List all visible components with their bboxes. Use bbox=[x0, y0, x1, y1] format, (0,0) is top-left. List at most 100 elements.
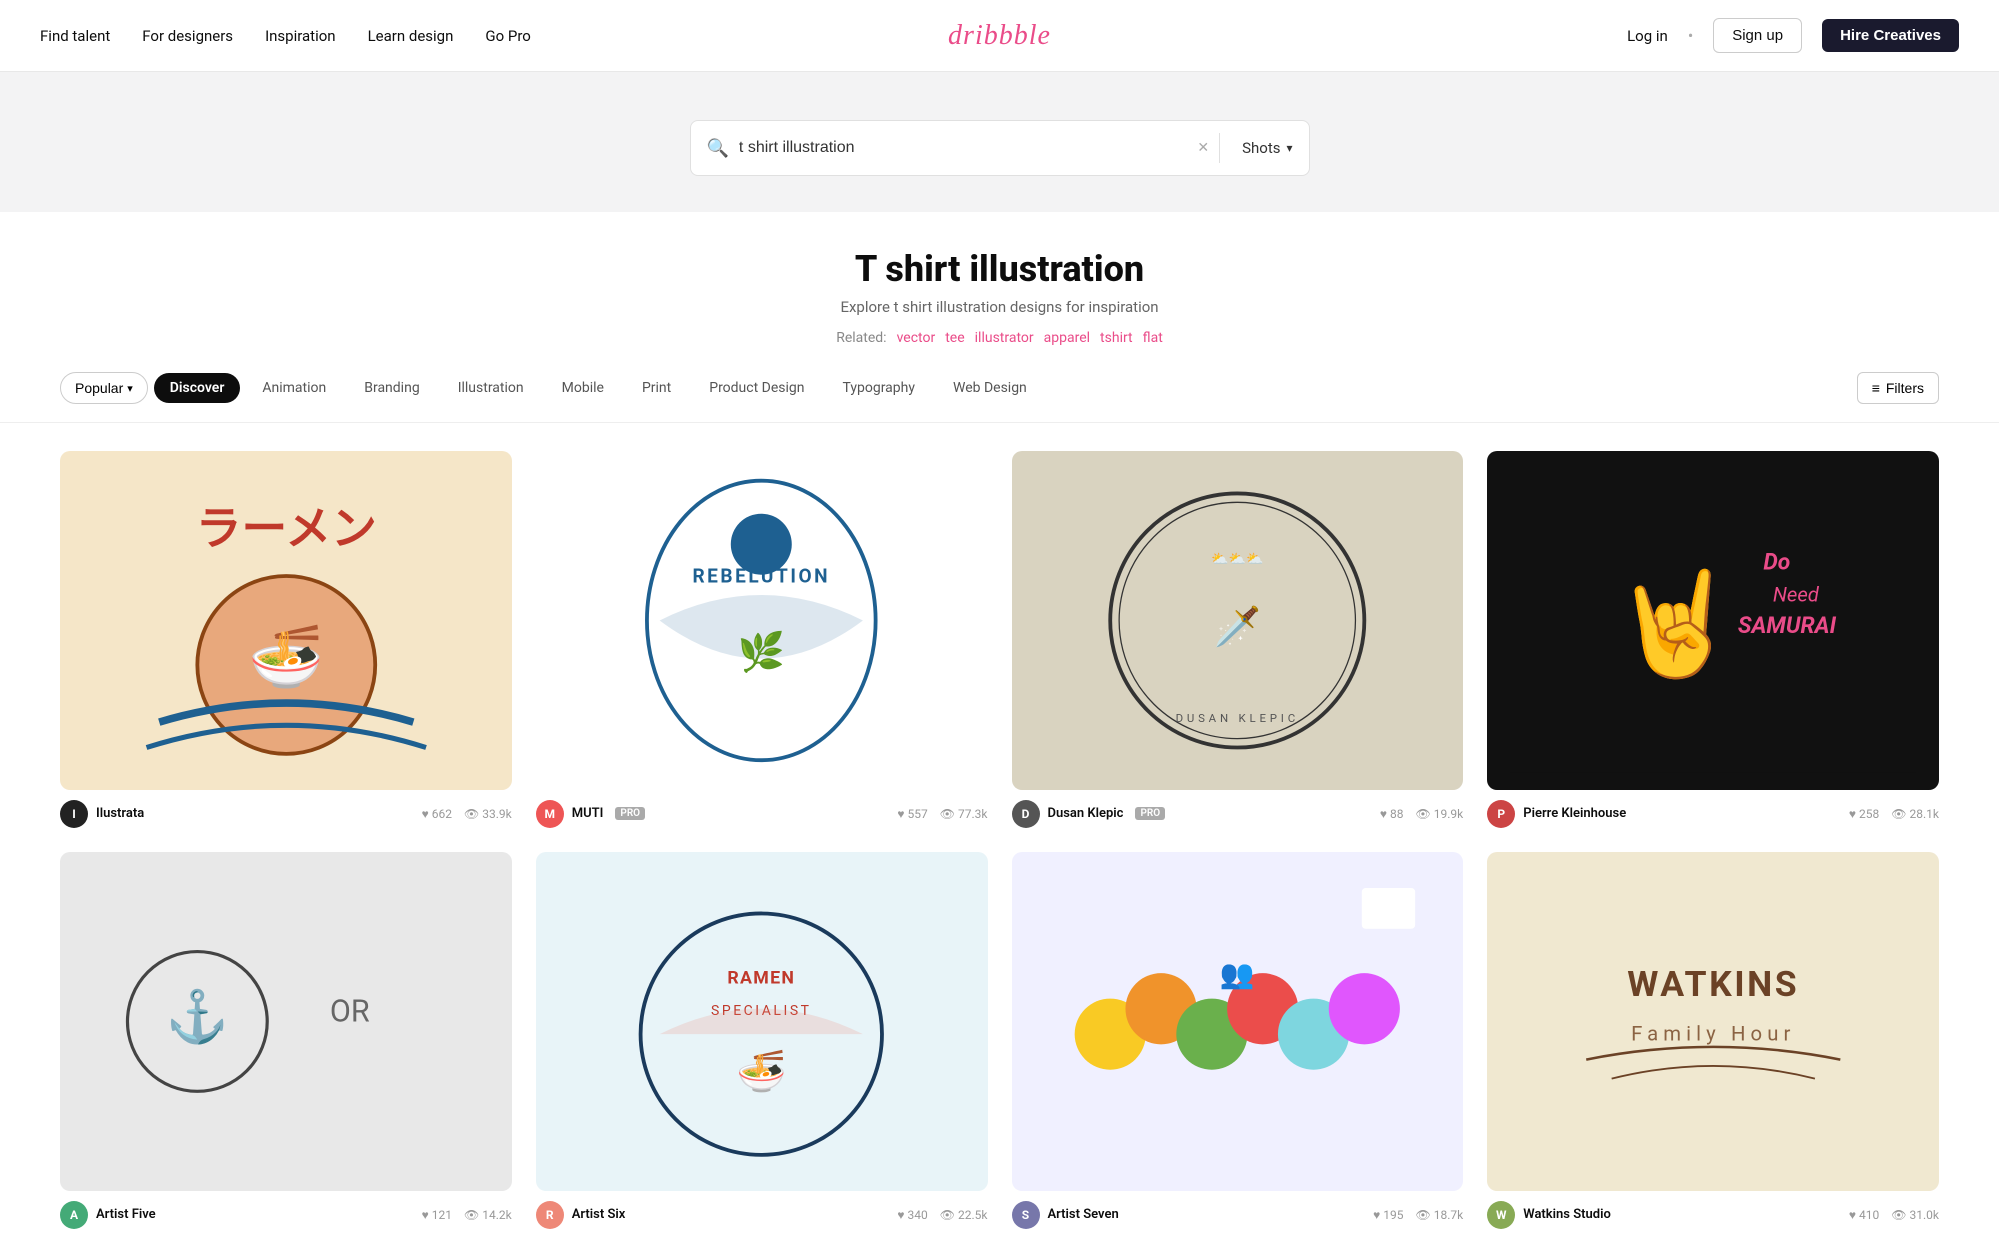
shot-card-5[interactable]: ⚓ OR A Artist Five ♥ 121 👁 14.2k bbox=[60, 852, 512, 1229]
shot-image-1: ラーメン 🍜 bbox=[60, 451, 512, 790]
shot-card-2[interactable]: REBELUTION 🌿 M MUTI PRO ♥ 557 bbox=[536, 451, 988, 828]
nav-dot-divider: • bbox=[1688, 26, 1693, 45]
avatar-7: S bbox=[1012, 1201, 1040, 1229]
tag-tshirt[interactable]: tshirt bbox=[1100, 330, 1133, 346]
views-2: 👁 77.3k bbox=[940, 807, 988, 821]
shot-card-6[interactable]: RAMEN SPECIALIST 🍜 R Artist Six ♥ 340 bbox=[536, 852, 988, 1229]
tag-vector[interactable]: vector bbox=[897, 330, 936, 346]
shot-card-7[interactable]: 👥 S Artist Seven ♥ 195 👁 1 bbox=[1012, 852, 1464, 1229]
chevron-down-icon: ▾ bbox=[1286, 141, 1292, 155]
chevron-down-icon: ▾ bbox=[127, 382, 133, 395]
related-label: Related: bbox=[836, 330, 886, 346]
results-subtitle: Explore t shirt illustration designs for… bbox=[0, 298, 1999, 316]
avatar-3: D bbox=[1012, 800, 1040, 828]
login-link[interactable]: Log in bbox=[1627, 27, 1668, 45]
shot-image-6: RAMEN SPECIALIST 🍜 bbox=[536, 852, 988, 1191]
tag-apparel[interactable]: apparel bbox=[1044, 330, 1090, 346]
search-input[interactable] bbox=[739, 139, 1187, 157]
shot-stats-4: ♥ 258 👁 28.1k bbox=[1849, 807, 1939, 821]
avatar-1: I bbox=[60, 800, 88, 828]
shot-image-3: 🗡️ ⛅⛅⛅ DUSAN KLEPIC bbox=[1012, 451, 1464, 790]
popular-dropdown[interactable]: Popular ▾ bbox=[60, 372, 148, 404]
tab-print[interactable]: Print bbox=[626, 373, 687, 403]
tab-typography[interactable]: Typography bbox=[827, 373, 931, 403]
clear-icon[interactable]: ✕ bbox=[1197, 140, 1209, 156]
author-name-5[interactable]: Artist Five bbox=[96, 1207, 156, 1222]
svg-text:Do: Do bbox=[1763, 549, 1790, 576]
views-6: 👁 22.5k bbox=[940, 1208, 988, 1222]
svg-text:RAMEN: RAMEN bbox=[728, 968, 796, 988]
hire-creatives-button[interactable]: Hire Creatives bbox=[1822, 19, 1959, 52]
nav-logo[interactable]: dribbble bbox=[948, 20, 1051, 52]
nav-for-designers[interactable]: For designers bbox=[142, 27, 233, 45]
author-name-2[interactable]: MUTI bbox=[572, 806, 604, 821]
tab-animation[interactable]: Animation bbox=[246, 373, 342, 403]
tag-illustrator[interactable]: illustrator bbox=[975, 330, 1034, 346]
nav-find-talent[interactable]: Find talent bbox=[40, 27, 110, 45]
shot-card-4[interactable]: 🤘 Do Need SAMURAI P Pierre Kleinhouse ♥ … bbox=[1487, 451, 1939, 828]
shot-meta-5: A Artist Five ♥ 121 👁 14.2k bbox=[60, 1201, 512, 1229]
shot-illustration-6: RAMEN SPECIALIST 🍜 bbox=[536, 852, 988, 1191]
tab-product-design[interactable]: Product Design bbox=[693, 373, 820, 403]
author-name-4[interactable]: Pierre Kleinhouse bbox=[1523, 806, 1626, 821]
author-name-7[interactable]: Artist Seven bbox=[1048, 1207, 1119, 1222]
views-8: 👁 31.0k bbox=[1891, 1208, 1939, 1222]
shots-grid: ラーメン 🍜 I Ilustrata ♥ 662 bbox=[0, 423, 1999, 1257]
shot-image-7: 👥 bbox=[1012, 852, 1464, 1191]
svg-text:WATKINS: WATKINS bbox=[1627, 963, 1799, 1005]
shot-meta-8: W Watkins Studio ♥ 410 👁 31.0k bbox=[1487, 1201, 1939, 1229]
svg-text:OR: OR bbox=[330, 994, 370, 1029]
shot-illustration-3: 🗡️ ⛅⛅⛅ DUSAN KLEPIC bbox=[1012, 451, 1464, 790]
shot-stats-7: ♥ 195 👁 18.7k bbox=[1373, 1208, 1463, 1222]
tab-discover[interactable]: Discover bbox=[154, 373, 241, 403]
shot-meta-3: D Dusan Klepic PRO ♥ 88 👁 19.9k bbox=[1012, 800, 1464, 828]
related-tags: Related: vector tee illustrator apparel … bbox=[0, 330, 1999, 346]
shot-meta-1: I Ilustrata ♥ 662 👁 33.9k bbox=[60, 800, 512, 828]
tab-web-design[interactable]: Web Design bbox=[937, 373, 1043, 403]
shot-author-8: W Watkins Studio bbox=[1487, 1201, 1611, 1229]
shot-illustration-5: ⚓ OR bbox=[60, 852, 512, 1191]
shot-card-1[interactable]: ラーメン 🍜 I Ilustrata ♥ 662 bbox=[60, 451, 512, 828]
tab-mobile[interactable]: Mobile bbox=[546, 373, 620, 403]
svg-text:ラーメン: ラーメン bbox=[195, 503, 376, 556]
svg-text:🍜: 🍜 bbox=[736, 1047, 787, 1095]
eye-icon: 👁 bbox=[1891, 1208, 1906, 1222]
nav-go-pro[interactable]: Go Pro bbox=[485, 27, 530, 45]
shot-illustration-8: WATKINS Family Hour bbox=[1487, 852, 1939, 1191]
signup-button[interactable]: Sign up bbox=[1713, 18, 1802, 53]
tab-illustration[interactable]: Illustration bbox=[442, 373, 540, 403]
heart-icon: ♥ bbox=[897, 1208, 904, 1222]
nav-inspiration[interactable]: Inspiration bbox=[265, 27, 336, 45]
search-bar: 🔍 ✕ Shots ▾ bbox=[690, 120, 1310, 176]
nav-learn-design[interactable]: Learn design bbox=[368, 27, 454, 45]
shot-card-8[interactable]: WATKINS Family Hour W Watkins Studio ♥ 4… bbox=[1487, 852, 1939, 1229]
views-4: 👁 28.1k bbox=[1891, 807, 1939, 821]
shot-image-5: ⚓ OR bbox=[60, 852, 512, 1191]
views-7: 👁 18.7k bbox=[1416, 1208, 1464, 1222]
avatar-5: A bbox=[60, 1201, 88, 1229]
filters-button[interactable]: ≡ Filters bbox=[1857, 372, 1939, 404]
filters-label: Filters bbox=[1886, 380, 1924, 396]
author-name-1[interactable]: Ilustrata bbox=[96, 806, 144, 821]
search-icon: 🔍 bbox=[707, 138, 729, 159]
tag-flat[interactable]: flat bbox=[1143, 330, 1163, 346]
avatar-4: P bbox=[1487, 800, 1515, 828]
likes-1: ♥ 662 bbox=[422, 807, 452, 821]
tag-tee[interactable]: tee bbox=[945, 330, 964, 346]
shot-author-2: M MUTI PRO bbox=[536, 800, 645, 828]
search-type-dropdown[interactable]: Shots ▾ bbox=[1230, 139, 1292, 157]
shot-card-3[interactable]: 🗡️ ⛅⛅⛅ DUSAN KLEPIC D Dusan Klepic PRO ♥… bbox=[1012, 451, 1464, 828]
search-divider bbox=[1219, 133, 1220, 163]
tab-branding[interactable]: Branding bbox=[348, 373, 435, 403]
author-name-3[interactable]: Dusan Klepic bbox=[1048, 806, 1124, 821]
shot-author-7: S Artist Seven bbox=[1012, 1201, 1119, 1229]
likes-4: ♥ 258 bbox=[1849, 807, 1879, 821]
nav-links: Find talent For designers Inspiration Le… bbox=[40, 27, 531, 45]
svg-text:Need: Need bbox=[1773, 582, 1820, 606]
shot-stats-8: ♥ 410 👁 31.0k bbox=[1849, 1208, 1939, 1222]
author-name-8[interactable]: Watkins Studio bbox=[1523, 1207, 1611, 1222]
dribbble-logo: dribbble bbox=[948, 20, 1051, 51]
author-name-6[interactable]: Artist Six bbox=[572, 1207, 626, 1222]
pro-badge-2: PRO bbox=[615, 807, 645, 820]
shot-illustration-2: REBELUTION 🌿 bbox=[536, 451, 988, 790]
